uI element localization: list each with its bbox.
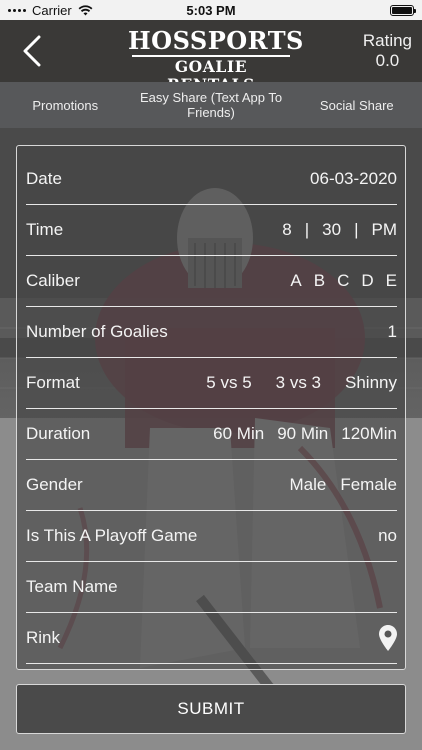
time-label: Time <box>26 220 64 239</box>
location-pin-icon[interactable] <box>379 625 397 651</box>
time-hour[interactable]: 8 <box>282 220 291 240</box>
chevron-left-icon <box>23 35 41 67</box>
rink-label: Rink <box>26 628 61 647</box>
format-option-5v5[interactable]: 5 vs 5 <box>206 373 251 393</box>
rating-label: Rating <box>362 31 412 50</box>
logo-title: HOSSPORTS <box>128 26 304 55</box>
caliber-label: Caliber <box>26 271 80 290</box>
date-row[interactable]: Date 06-03-2020 <box>26 154 397 205</box>
caliber-option-c[interactable]: C <box>337 271 349 291</box>
time-minute[interactable]: 30 <box>322 220 341 240</box>
sub-navigation: Promotions Easy Share (Text App To Frien… <box>0 82 422 128</box>
playoff-value[interactable]: no <box>378 526 397 546</box>
gender-option-female[interactable]: Female <box>340 475 397 495</box>
format-label: Format <box>26 373 80 392</box>
carrier-label: Carrier <box>32 2 72 18</box>
rink-row[interactable]: Rink <box>26 613 397 664</box>
format-row: Format 5 vs 5 3 vs 3 Shinny <box>26 358 397 409</box>
team-name-row[interactable]: Team Name <box>26 562 397 613</box>
gender-option-male[interactable]: Male <box>289 475 326 495</box>
goalies-row[interactable]: Number of Goalies 1 <box>26 307 397 358</box>
playoff-label: Is This A Playoff Game <box>26 526 198 545</box>
time-picker: 8 | 30 | PM <box>282 220 397 240</box>
status-bar: Carrier 5:03 PM <box>0 0 422 20</box>
caliber-option-d[interactable]: D <box>361 271 373 291</box>
time-separator: | <box>304 220 310 239</box>
social-share-link[interactable]: Social Share <box>292 98 422 113</box>
signal-icon <box>8 8 26 12</box>
wifi-icon <box>78 4 93 15</box>
battery-icon <box>390 4 416 16</box>
duration-option-90[interactable]: 90 Min <box>277 424 328 444</box>
date-value[interactable]: 06-03-2020 <box>310 169 397 189</box>
duration-label: Duration <box>26 424 91 443</box>
time-row: Time 8 | 30 | PM <box>26 205 397 256</box>
format-option-3v3[interactable]: 3 vs 3 <box>276 373 321 393</box>
caliber-options: A B C D E <box>290 271 397 291</box>
time-separator: | <box>354 220 359 239</box>
booking-form: Date 06-03-2020 Time 8 | 30 | PM Caliber… <box>16 145 406 670</box>
back-button[interactable] <box>14 32 50 70</box>
duration-option-120[interactable]: 120Min <box>341 424 397 444</box>
gender-label: Gender <box>26 475 83 494</box>
rating-value: 0.0 <box>375 51 400 70</box>
promotions-link[interactable]: Promotions <box>0 98 130 113</box>
playoff-row[interactable]: Is This A Playoff Game no <box>26 511 397 562</box>
caliber-option-e[interactable]: E <box>386 271 397 291</box>
status-left: Carrier <box>8 3 93 18</box>
goalies-label: Number of Goalies <box>26 322 168 341</box>
format-options: 5 vs 5 3 vs 3 Shinny <box>206 373 397 393</box>
gender-options: Male Female <box>289 475 397 495</box>
duration-row: Duration 60 Min 90 Min 120Min <box>26 409 397 460</box>
duration-options: 60 Min 90 Min 120Min <box>213 424 397 444</box>
caliber-option-a[interactable]: A <box>290 271 301 291</box>
duration-option-60[interactable]: 60 Min <box>213 424 264 444</box>
easy-share-link[interactable]: Easy Share (Text App To Friends) <box>130 90 291 120</box>
team-name-label: Team Name <box>26 577 118 596</box>
submit-button[interactable]: SUBMIT <box>16 684 406 734</box>
format-option-shinny[interactable]: Shinny <box>345 373 397 393</box>
rating-display: Rating 0.0 <box>363 31 412 71</box>
date-label: Date <box>26 169 62 188</box>
gender-row: Gender Male Female <box>26 460 397 511</box>
time-ampm[interactable]: PM <box>372 220 398 240</box>
caliber-row: Caliber A B C D E <box>26 256 397 307</box>
caliber-option-b[interactable]: B <box>314 271 325 291</box>
app-header: HOSSPORTS GOALIE RENTALS Rating 0.0 <box>0 20 422 94</box>
goalies-value[interactable]: 1 <box>388 322 397 342</box>
